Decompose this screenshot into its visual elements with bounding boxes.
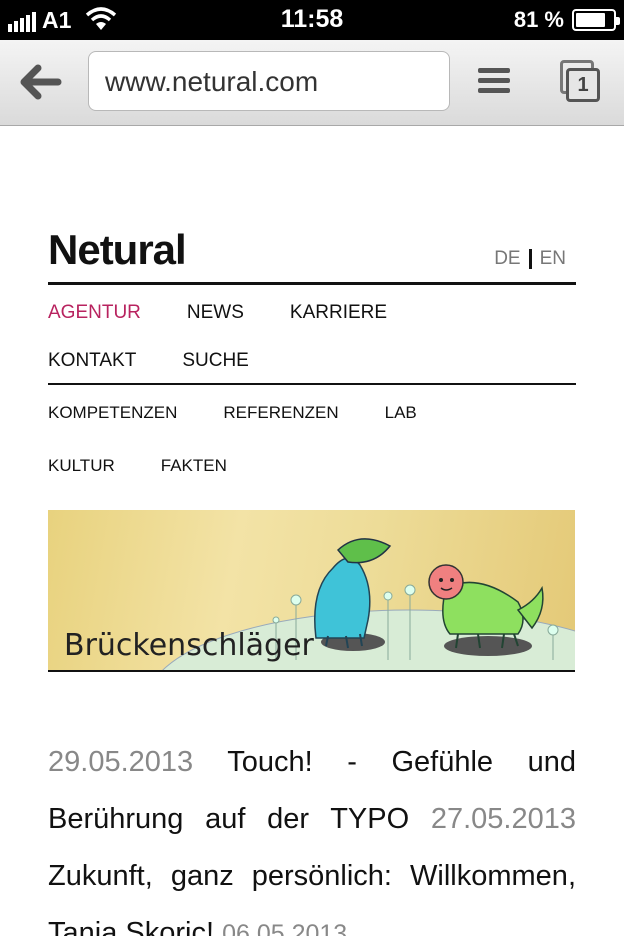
battery-percent: 81 % <box>513 7 564 32</box>
subnav-referenzen[interactable]: REFERENZEN <box>223 403 338 423</box>
sub-nav-row-1: KOMPETENZEN REFERENZEN LAB <box>48 403 576 423</box>
news-date: 29.05.2013 <box>48 746 194 778</box>
hero-banner[interactable]: Brückenschläger <box>48 510 575 672</box>
language-switcher: DE EN <box>494 248 566 270</box>
menu-icon[interactable] <box>478 68 510 96</box>
browser-toolbar: www.netural.com 1 <box>0 40 624 126</box>
nav-news[interactable]: NEWS <box>187 302 244 324</box>
primary-nav-row-2: KONTAKT SUCHE <box>48 350 576 372</box>
nav-suche[interactable]: SUCHE <box>182 350 249 372</box>
news-date: 06.05.2013 <box>222 920 348 936</box>
nav-divider <box>48 383 576 385</box>
nav-agentur[interactable]: AGENTUR <box>48 302 141 324</box>
header-divider <box>48 282 576 285</box>
battery-status: 81 % <box>513 7 620 33</box>
sub-nav-row-2: KULTUR FAKTEN <box>48 456 576 476</box>
battery-icon <box>572 9 620 31</box>
address-bar[interactable]: www.netural.com <box>88 51 450 111</box>
primary-nav-row-1: AGENTUR NEWS KARRIERE <box>48 302 576 324</box>
nav-kontakt[interactable]: KONTAKT <box>48 350 136 372</box>
lang-en[interactable]: EN <box>540 248 566 270</box>
banner-title: Brückenschläger <box>64 628 314 663</box>
news-date: 27.05.2013 <box>430 803 576 835</box>
lang-separator <box>528 249 532 269</box>
subnav-kultur[interactable]: KULTUR <box>48 456 115 476</box>
tab-count: 1 <box>566 68 600 102</box>
status-bar: A1 11:58 81 % <box>0 0 624 40</box>
back-arrow-icon[interactable] <box>18 62 62 102</box>
site-logo[interactable]: Netural <box>48 226 187 274</box>
subnav-lab[interactable]: LAB <box>385 403 417 423</box>
nav-karriere[interactable]: KARRIERE <box>290 302 387 324</box>
tabs-button[interactable]: 1 <box>560 60 602 104</box>
subnav-fakten[interactable]: FAKTEN <box>161 456 227 476</box>
lang-de[interactable]: DE <box>494 248 520 270</box>
subnav-kompetenzen[interactable]: KOMPETENZEN <box>48 403 177 423</box>
news-list: 29.05.2013 Touch! - Gefühle und Berührun… <box>48 734 576 936</box>
